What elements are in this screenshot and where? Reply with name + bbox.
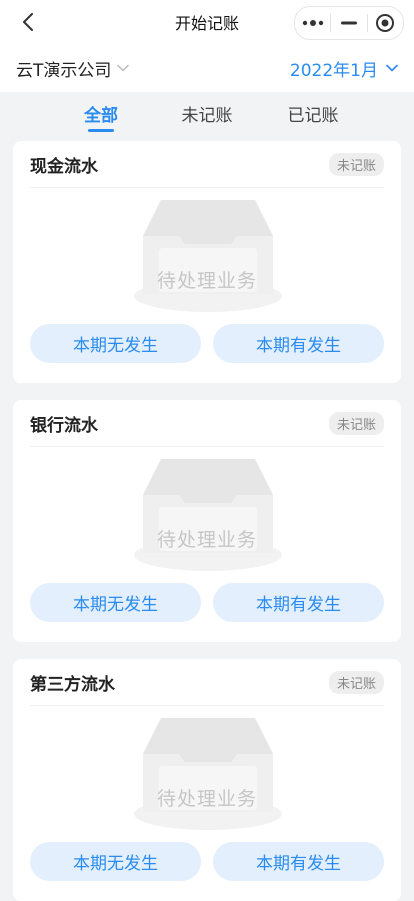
status-badge: 未记账: [328, 670, 384, 694]
tab-all[interactable]: 全部: [48, 92, 154, 134]
page-title: 开始记账: [174, 14, 239, 33]
card-header: 现金流水 未记账: [30, 141, 384, 188]
tab-unrecorded[interactable]: 未记账: [154, 92, 260, 134]
no-activity-button[interactable]: 本期无发生: [30, 842, 201, 881]
chevron-left-icon: [23, 13, 33, 31]
empty-text: 待处理业务: [156, 270, 257, 292]
target-icon: [376, 14, 395, 32]
card-header: 银行流水 未记账: [30, 400, 384, 447]
has-activity-button[interactable]: 本期有发生: [213, 583, 384, 622]
empty-tray-icon: [134, 459, 282, 571]
cash-flow-card: 现金流水 未记账 待处理业务 本期无发生 本期有发生: [13, 141, 401, 383]
empty-tray-icon: [134, 200, 282, 312]
chevron-down-icon: [386, 64, 398, 72]
nav-bar: 开始记账: [0, 0, 414, 44]
card-header: 第三方流水 未记账: [30, 659, 384, 706]
no-activity-button[interactable]: 本期无发生: [30, 583, 201, 622]
company-selector[interactable]: 云T演示公司: [16, 56, 130, 81]
card-title: 第三方流水: [30, 674, 115, 695]
tab-recorded[interactable]: 已记账: [260, 92, 366, 134]
period-selector[interactable]: 2022年1月: [290, 56, 398, 81]
empty-state: 待处理业务: [30, 188, 384, 324]
empty-state: 待处理业务: [30, 447, 384, 583]
empty-text: 待处理业务: [156, 529, 257, 551]
action-row: 本期无发生 本期有发生: [30, 583, 384, 622]
status-badge: 未记账: [328, 411, 384, 435]
filter-row: 云T演示公司 2022年1月: [0, 44, 414, 92]
third-party-flow-card: 第三方流水 未记账 待处理业务 本期无发生 本期有发生: [13, 659, 401, 901]
close-button[interactable]: [368, 7, 403, 39]
empty-state: 待处理业务: [30, 706, 384, 842]
minimize-button[interactable]: [331, 7, 366, 39]
chevron-down-icon: [117, 64, 130, 72]
no-activity-button[interactable]: 本期无发生: [30, 324, 201, 363]
empty-tray-icon: [134, 718, 282, 830]
action-row: 本期无发生 本期有发生: [30, 842, 384, 881]
mini-program-capsule: [294, 6, 404, 40]
action-row: 本期无发生 本期有发生: [30, 324, 384, 363]
more-dots-icon: [302, 20, 323, 26]
has-activity-button[interactable]: 本期有发生: [213, 842, 384, 881]
company-name: 云T演示公司: [16, 60, 112, 81]
status-tabs: 全部 未记账 已记账: [0, 92, 414, 134]
more-button[interactable]: [295, 7, 330, 39]
card-title: 现金流水: [30, 156, 98, 177]
bank-flow-card: 银行流水 未记账 待处理业务 本期无发生 本期有发生: [13, 400, 401, 642]
card-title: 银行流水: [30, 415, 98, 436]
status-badge: 未记账: [328, 152, 384, 176]
has-activity-button[interactable]: 本期有发生: [213, 324, 384, 363]
empty-text: 待处理业务: [156, 788, 257, 810]
back-button[interactable]: [16, 10, 40, 34]
period-label: 2022年1月: [289, 60, 378, 81]
minus-icon: [340, 21, 357, 25]
